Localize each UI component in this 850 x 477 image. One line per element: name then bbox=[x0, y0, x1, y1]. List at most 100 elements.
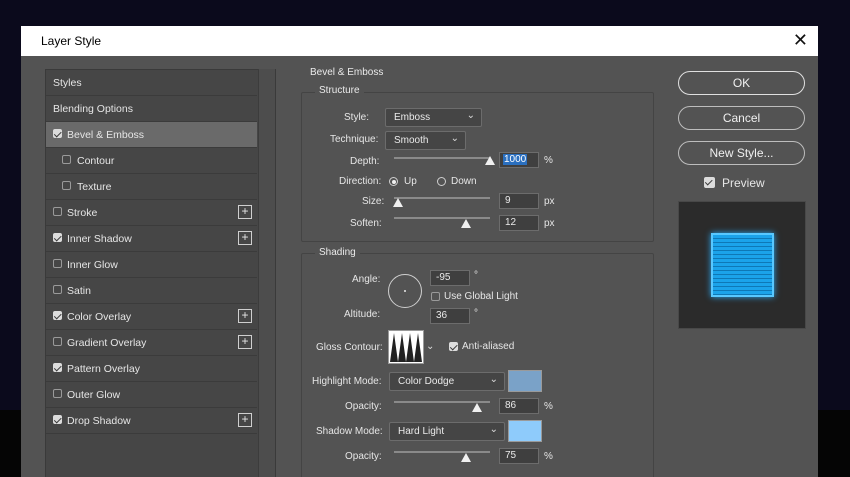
preview-checkbox[interactable] bbox=[704, 177, 715, 188]
close-icon[interactable]: ✕ bbox=[793, 30, 808, 50]
sidebar-item-color-overlay[interactable]: Color Overlay + bbox=[46, 304, 257, 330]
size-slider-thumb[interactable] bbox=[392, 198, 403, 207]
shadow-opacity-value: 75 bbox=[505, 450, 517, 461]
shadow-opacity-slider-track[interactable] bbox=[394, 451, 490, 453]
shadow-mode-label: Shadow Mode: bbox=[316, 426, 383, 437]
sidebar-item-label: Color Overlay bbox=[67, 311, 132, 323]
technique-label: Technique: bbox=[330, 134, 379, 145]
sidebar-item-label: Drop Shadow bbox=[67, 415, 131, 427]
direction-up-label: Up bbox=[404, 176, 417, 187]
shadow-opacity-input[interactable]: 75 bbox=[499, 448, 539, 464]
cancel-button[interactable]: Cancel bbox=[678, 106, 805, 130]
sidebar-item-label: Outer Glow bbox=[67, 389, 121, 401]
sidebar-item-checkbox[interactable] bbox=[53, 207, 62, 216]
sidebar-item-drop-shadow[interactable]: Drop Shadow + bbox=[46, 408, 257, 434]
sidebar-item-stroke[interactable]: Stroke + bbox=[46, 200, 257, 226]
chevron-down-icon[interactable]: ⌄ bbox=[426, 341, 434, 352]
sidebar-item-checkbox[interactable] bbox=[53, 415, 62, 424]
highlight-mode-dropdown[interactable]: Color Dodge ⌄ bbox=[389, 372, 505, 391]
sidebar-item-texture[interactable]: Texture bbox=[46, 174, 257, 200]
sidebar-item-checkbox[interactable] bbox=[53, 285, 62, 294]
sidebar-item-styles[interactable]: Styles bbox=[46, 70, 257, 96]
global-light-checkbox[interactable] bbox=[431, 292, 440, 301]
sidebar-item-label: Satin bbox=[67, 285, 91, 297]
highlight-opacity-input[interactable]: 86 bbox=[499, 398, 539, 414]
sidebar-item-contour[interactable]: Contour bbox=[46, 148, 257, 174]
style-preview bbox=[678, 201, 806, 329]
sidebar-item-checkbox[interactable] bbox=[53, 363, 62, 372]
sidebar-item-satin[interactable]: Satin bbox=[46, 278, 257, 304]
style-value: Emboss bbox=[394, 112, 431, 123]
chevron-down-icon: ⌄ bbox=[466, 110, 475, 121]
highlight-mode-value: Color Dodge bbox=[398, 376, 455, 387]
sidebar-item-checkbox[interactable] bbox=[53, 337, 62, 346]
angle-dial[interactable] bbox=[388, 274, 422, 308]
sidebar-item-checkbox[interactable] bbox=[53, 129, 62, 138]
anti-aliased-checkbox[interactable] bbox=[449, 342, 458, 351]
angle-dial-center bbox=[404, 290, 406, 292]
shadow-opacity-unit: % bbox=[544, 451, 553, 462]
add-effect-icon[interactable]: + bbox=[238, 231, 252, 245]
depth-unit: % bbox=[544, 155, 553, 166]
sidebar-item-label: Inner Shadow bbox=[67, 233, 132, 245]
sidebar-item-checkbox[interactable] bbox=[53, 311, 62, 320]
sidebar-item-checkbox[interactable] bbox=[62, 155, 71, 164]
direction-down-radio[interactable] bbox=[437, 177, 446, 186]
depth-input[interactable]: 1000 bbox=[499, 152, 539, 168]
depth-slider-track[interactable] bbox=[394, 157, 490, 159]
add-effect-icon[interactable]: + bbox=[238, 309, 252, 323]
sidebar-item-pattern-overlay[interactable]: Pattern Overlay bbox=[46, 356, 257, 382]
shading-group bbox=[301, 253, 654, 477]
gloss-contour-label: Gloss Contour: bbox=[316, 342, 383, 353]
sidebar-item-outer-glow[interactable]: Outer Glow bbox=[46, 382, 257, 408]
size-input[interactable]: 9 bbox=[499, 193, 539, 209]
sidebar-item-checkbox[interactable] bbox=[53, 233, 62, 242]
sidebar-item-label: Contour bbox=[77, 155, 115, 167]
sidebar-item-label: Inner Glow bbox=[67, 259, 118, 271]
add-effect-icon[interactable]: + bbox=[238, 335, 252, 349]
gloss-contour-preview[interactable] bbox=[388, 330, 424, 364]
sidebar-item-checkbox[interactable] bbox=[62, 181, 71, 190]
sidebar-item-inner-shadow[interactable]: Inner Shadow + bbox=[46, 226, 257, 252]
altitude-input[interactable]: 36 bbox=[430, 308, 470, 324]
styles-list-scrollbar[interactable] bbox=[258, 69, 275, 477]
shadow-mode-dropdown[interactable]: Hard Light ⌄ bbox=[389, 422, 505, 441]
soften-slider-thumb[interactable] bbox=[461, 219, 471, 228]
soften-input[interactable]: 12 bbox=[499, 215, 539, 231]
depth-slider-thumb[interactable] bbox=[485, 156, 495, 165]
soften-unit: px bbox=[544, 218, 555, 229]
add-effect-icon[interactable]: + bbox=[238, 413, 252, 427]
size-slider-track[interactable] bbox=[394, 197, 490, 199]
soften-slider-track[interactable] bbox=[394, 217, 490, 219]
dialog-title: Layer Style bbox=[41, 34, 102, 48]
sidebar-item-checkbox[interactable] bbox=[53, 389, 62, 398]
highlight-color-swatch[interactable] bbox=[508, 370, 542, 392]
sidebar-item-blending-options[interactable]: Blending Options bbox=[46, 96, 257, 122]
chevron-down-icon: ⌄ bbox=[450, 133, 459, 144]
highlight-opacity-slider-thumb[interactable] bbox=[471, 403, 482, 412]
shadow-opacity-slider-thumb[interactable] bbox=[461, 453, 471, 462]
preview-label: Preview bbox=[722, 176, 765, 190]
sidebar-item-inner-glow[interactable]: Inner Glow bbox=[46, 252, 257, 278]
sidebar-item-label: Gradient Overlay bbox=[67, 337, 147, 349]
new-style-button[interactable]: New Style... bbox=[678, 141, 805, 165]
ok-button[interactable]: OK bbox=[678, 71, 805, 95]
angle-input[interactable]: -95 bbox=[430, 270, 470, 286]
style-dropdown[interactable]: Emboss ⌄ bbox=[385, 108, 482, 127]
sidebar-item-bevel-emboss[interactable]: Bevel & Emboss bbox=[46, 122, 257, 148]
technique-value: Smooth bbox=[394, 135, 429, 146]
title-bar: Layer Style ✕ bbox=[21, 26, 818, 56]
sidebar-item-label: Pattern Overlay bbox=[67, 363, 140, 375]
direction-up-radio[interactable] bbox=[389, 177, 398, 186]
add-effect-icon[interactable]: + bbox=[238, 205, 252, 219]
size-label: Size: bbox=[362, 196, 385, 207]
soften-label: Soften: bbox=[350, 218, 382, 229]
shading-legend: Shading bbox=[315, 247, 360, 258]
sidebar-item-gradient-overlay[interactable]: Gradient Overlay + bbox=[46, 330, 257, 356]
sidebar-item-label: Styles bbox=[53, 77, 82, 89]
shadow-color-swatch[interactable] bbox=[508, 420, 542, 442]
highlight-opacity-value: 86 bbox=[505, 400, 517, 411]
sidebar-item-checkbox[interactable] bbox=[53, 259, 62, 268]
technique-dropdown[interactable]: Smooth ⌄ bbox=[385, 131, 466, 150]
anti-aliased-label: Anti-aliased bbox=[462, 341, 515, 352]
